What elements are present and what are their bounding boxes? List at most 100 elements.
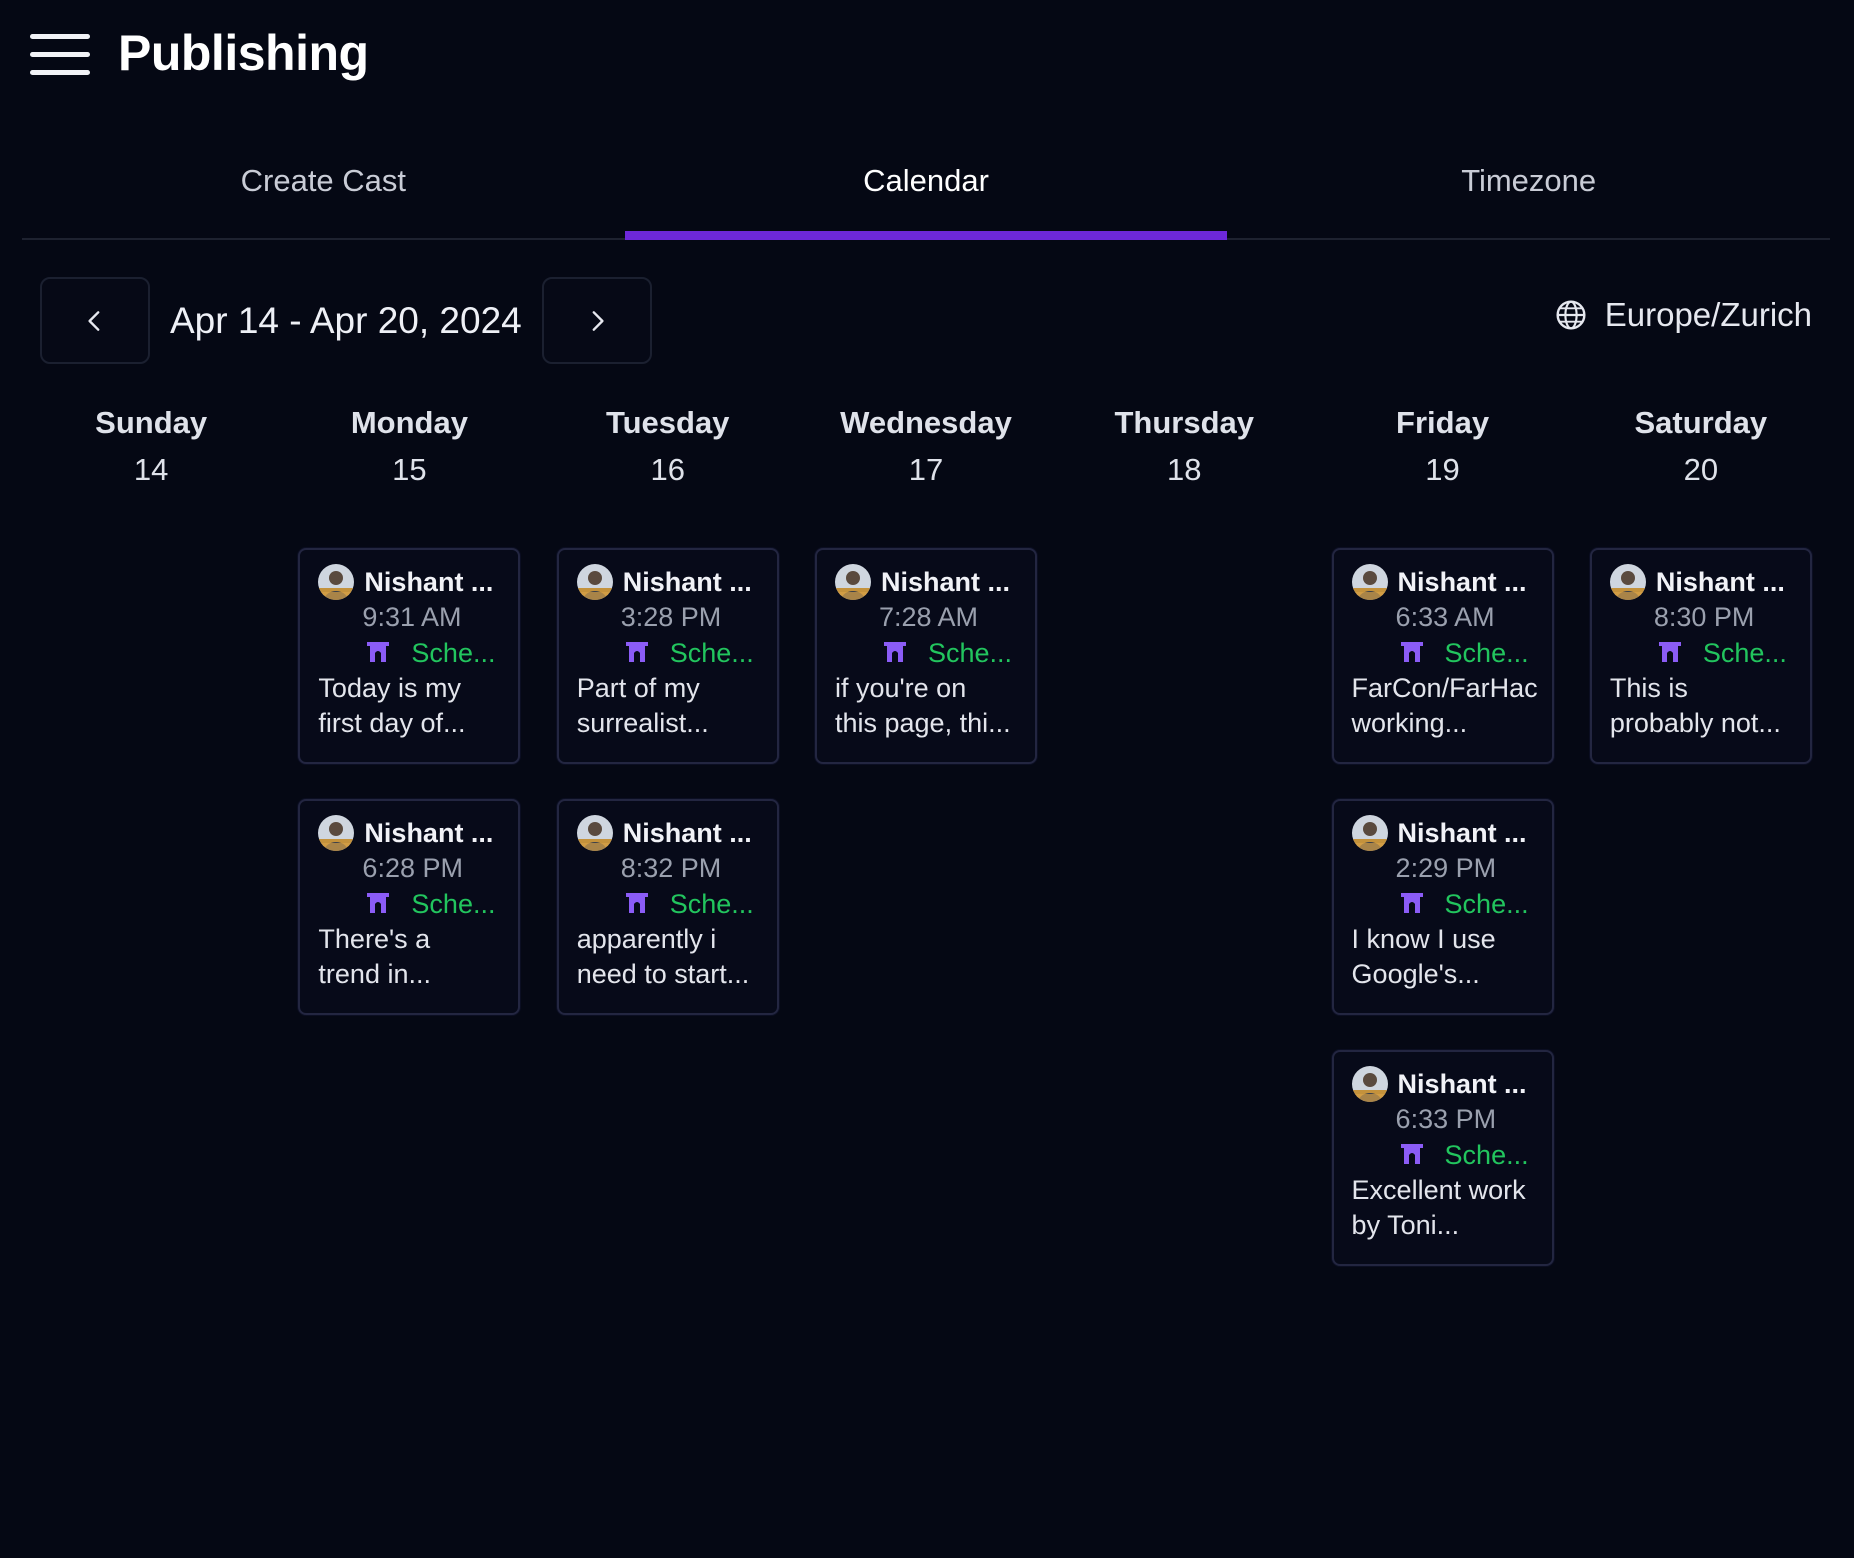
day-column-wednesday: Wednesday 17 Nishant ... 7:28 AM Sche... if y… xyxy=(797,400,1055,1301)
post-header: Nishant ... xyxy=(1351,564,1552,600)
post-time: 2:29 PM xyxy=(1395,853,1497,883)
day-column-saturday: Saturday 20 Nishant ... 8:30 PM Sche... This … xyxy=(1572,400,1830,1301)
previous-week-button[interactable] xyxy=(40,277,150,364)
scheduled-post-card[interactable]: Nishant ... 9:31 AM Sche... Today is my firs… xyxy=(298,548,521,764)
day-name: Wednesday xyxy=(840,405,1012,440)
scheduled-post-card[interactable]: Nishant ... 6:33 AM Sche... FarCon/FarHac wo… xyxy=(1331,548,1554,764)
status-badge: Sche... xyxy=(1444,637,1529,668)
tab-create-cast[interactable]: Create Cast xyxy=(22,138,625,238)
day-name: Tuesday xyxy=(605,405,730,440)
channel-arch-icon xyxy=(364,638,411,669)
day-name: Monday xyxy=(350,405,468,440)
post-author: Nishant ... xyxy=(1397,566,1527,597)
day-name: Thursday xyxy=(1114,405,1255,440)
tab-bar: Create Cast Calendar Timezone xyxy=(22,138,1830,240)
scheduled-post-card[interactable]: Nishant ... 8:30 PM Sche... This is probably… xyxy=(1589,548,1812,764)
scheduled-post-card[interactable]: Nishant ... 6:33 PM Sche... Excellent work b… xyxy=(1331,1050,1554,1266)
post-author: Nishant ... xyxy=(1397,1068,1527,1099)
post-status-row: Sche... xyxy=(1656,635,1810,671)
day-column-sunday: Sunday 14 xyxy=(22,400,280,1301)
post-excerpt-line: This is xyxy=(1609,673,1688,703)
post-status-row: Sche... xyxy=(364,635,518,671)
avatar xyxy=(1351,815,1388,851)
post-author: Nishant ... xyxy=(880,566,1010,597)
post-header: Nishant ... xyxy=(318,564,518,600)
post-header: Nishant ... xyxy=(1609,564,1810,600)
post-excerpt-line: apparently i xyxy=(576,924,717,954)
post-author: Nishant ... xyxy=(1397,817,1527,848)
status-badge: Sche... xyxy=(411,637,496,668)
scheduled-post-card[interactable]: Nishant ... 2:29 PM Sche... I know I use Goo… xyxy=(1331,799,1554,1015)
post-excerpt-line: Today is my xyxy=(318,673,461,703)
day-column-thursday: Thursday 18 xyxy=(1055,400,1313,1301)
post-excerpt-line: if you're on xyxy=(834,673,967,703)
channel-arch-icon xyxy=(623,889,670,920)
post-time: 6:33 AM xyxy=(1395,602,1495,632)
post-time: 3:28 PM xyxy=(620,602,722,632)
post-excerpt-line: need to start... xyxy=(576,959,750,989)
post-author: Nishant ... xyxy=(364,817,494,848)
post-time: 8:30 PM xyxy=(1653,602,1755,632)
date-range: Apr 14 - Apr 20, 2024 xyxy=(170,299,522,341)
chevron-left-icon xyxy=(88,310,100,331)
page-title: Publishing xyxy=(118,25,369,81)
week-navigation: Apr 14 - Apr 20, 2024 xyxy=(40,277,652,364)
scheduled-post-card[interactable]: Nishant ... 3:28 PM Sche... Part of my surre… xyxy=(556,548,779,764)
channel-arch-icon xyxy=(881,638,928,669)
post-author: Nishant ... xyxy=(1655,566,1785,597)
day-number: 19 xyxy=(1425,452,1460,487)
avatar xyxy=(576,564,613,600)
scheduled-post-card[interactable]: Nishant ... 6:28 PM Sche... There's a trend … xyxy=(298,799,521,1015)
post-status-row: Sche... xyxy=(623,635,777,671)
post-excerpt-line: Google's... xyxy=(1351,959,1480,989)
hamburger-menu-icon[interactable] xyxy=(30,32,92,76)
post-excerpt-line: There's a xyxy=(318,924,431,954)
post-header: Nishant ... xyxy=(1351,815,1552,851)
status-badge: Sche... xyxy=(669,637,754,668)
channel-arch-icon xyxy=(623,638,670,669)
channel-arch-icon xyxy=(1656,638,1703,669)
day-column-tuesday: Tuesday 16 Nishant ... 3:28 PM Sche... Part o… xyxy=(539,400,797,1301)
publishing-app: Publishing Create Cast Calendar Timezone… xyxy=(0,0,1854,1558)
header: Publishing xyxy=(0,0,1854,110)
scheduled-post-card[interactable]: Nishant ... 7:28 AM Sche... if you're on thi… xyxy=(814,548,1037,764)
scheduled-post-card[interactable]: Nishant ... 8:32 PM Sche... apparently i nee… xyxy=(556,799,779,1015)
next-week-button[interactable] xyxy=(541,277,652,364)
day-number: 20 xyxy=(1683,452,1719,487)
post-status-row: Sche... xyxy=(1398,1137,1552,1173)
day-number: 14 xyxy=(133,452,169,487)
post-status-row: Sche... xyxy=(881,635,1035,671)
globe-icon xyxy=(1556,300,1586,330)
channel-arch-icon xyxy=(364,889,411,920)
post-time: 7:28 AM xyxy=(878,602,979,632)
channel-arch-icon xyxy=(1398,1140,1445,1171)
post-excerpt-line: first day of... xyxy=(318,708,466,738)
tab-timezone[interactable]: Timezone xyxy=(1227,138,1830,238)
day-column-monday: Monday 15 Nishant ... 9:31 AM Sche... Today i… xyxy=(280,400,538,1301)
day-name: Friday xyxy=(1396,405,1490,440)
day-name: Sunday xyxy=(95,405,208,440)
day-number: 16 xyxy=(650,452,685,487)
post-time: 9:31 AM xyxy=(362,602,462,632)
tab-calendar[interactable]: Calendar xyxy=(624,138,1228,240)
post-author: Nishant ... xyxy=(622,566,752,597)
post-excerpt-line: Excellent work xyxy=(1351,1175,1526,1205)
day-column-friday: Friday 19 Nishant ... 6:33 AM Sche... FarCon/… xyxy=(1313,400,1571,1301)
timezone-selector[interactable]: Europe/Zurich xyxy=(1555,296,1812,334)
post-status-row: Sche... xyxy=(1398,635,1552,671)
day-number: 17 xyxy=(908,452,944,487)
post-time: 6:33 PM xyxy=(1395,1104,1497,1134)
status-badge: Sche... xyxy=(669,888,754,919)
avatar xyxy=(834,564,871,600)
avatar xyxy=(318,815,355,851)
post-status-row: Sche... xyxy=(623,886,777,922)
avatar xyxy=(318,564,355,600)
chevron-right-icon xyxy=(592,310,604,331)
post-header: Nishant ... xyxy=(834,564,1035,600)
week-calendar: Sunday 14 Monday 15 Nishant ... 9:31 AM Sche..… xyxy=(22,400,1830,1301)
post-excerpt-line: Part of my xyxy=(576,673,700,703)
post-time: 6:28 PM xyxy=(362,853,463,883)
channel-arch-icon xyxy=(1398,638,1445,669)
day-number: 15 xyxy=(392,452,427,487)
post-excerpt-line: by Toni... xyxy=(1351,1210,1460,1240)
